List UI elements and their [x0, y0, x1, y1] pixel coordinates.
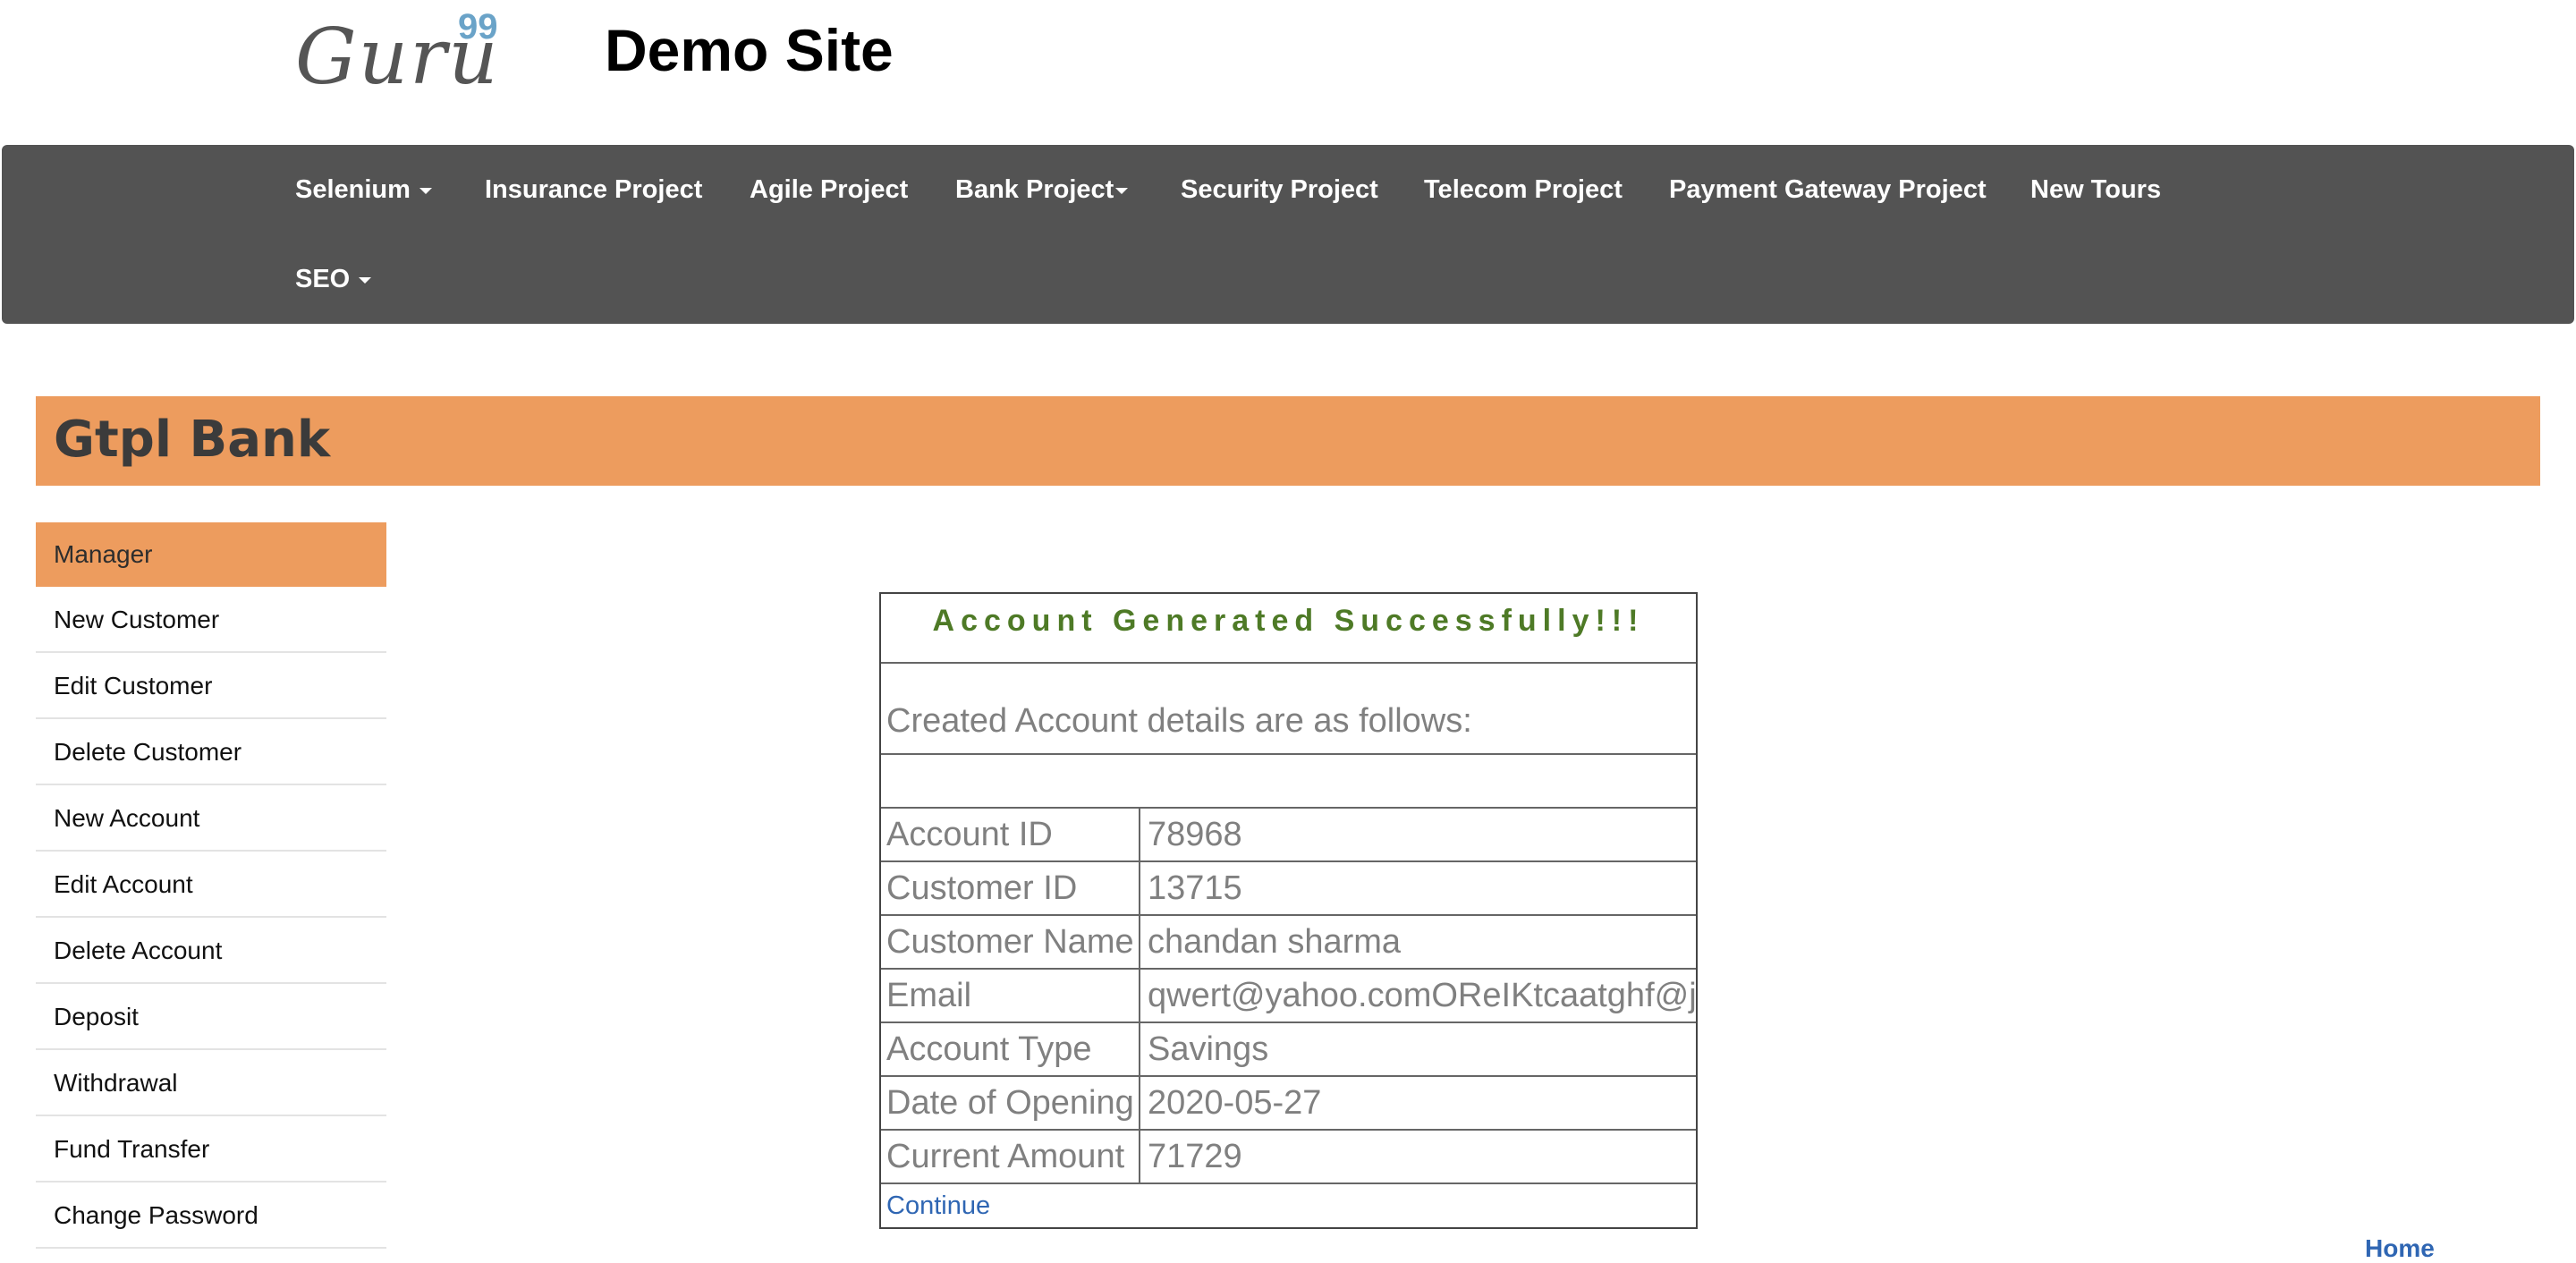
sidebar-item-withdrawal[interactable]: Withdrawal: [36, 1050, 386, 1116]
nav-item-label: Agile Project: [750, 175, 909, 204]
table-row: Date of Opening 2020-05-27: [881, 1077, 1696, 1131]
nav-item-label: New Tours: [2030, 175, 2162, 204]
sidebar-item-deposit[interactable]: Deposit: [36, 984, 386, 1050]
home-link[interactable]: Home: [2365, 1234, 2435, 1263]
site-header: Guru 99 Demo Site: [0, 0, 2576, 143]
caret-down-icon: [359, 276, 372, 284]
table-row: Account Type Savings: [881, 1023, 1696, 1077]
nav-item-label: Selenium: [295, 175, 411, 204]
table-row: Email qwert@yahoo.comOReIKtcaatghf@j: [881, 970, 1696, 1023]
main-navbar: Selenium Insurance Project Agile Project…: [2, 145, 2574, 324]
nav-item-bank-project[interactable]: Bank Project: [955, 175, 1129, 205]
bank-banner: Gtpl Bank: [36, 396, 2540, 486]
nav-item-selenium[interactable]: Selenium: [295, 175, 432, 205]
success-heading: Account Generated Successfully!!!: [881, 594, 1696, 664]
nav-item-label: SEO: [295, 265, 351, 293]
table-row: Customer Name chandan sharma: [881, 916, 1696, 970]
row-label: Account ID: [881, 809, 1140, 860]
nav-item-label: Insurance Project: [485, 175, 703, 204]
bank-title: Gtpl Bank: [54, 411, 331, 469]
site-title: Demo Site: [605, 17, 894, 83]
sidebar-item-delete-account[interactable]: Delete Account: [36, 918, 386, 984]
sidebar-item-manager[interactable]: Manager: [36, 522, 386, 587]
row-value: Savings: [1148, 1030, 1269, 1068]
caret-down-icon: [1115, 187, 1129, 194]
sidebar-item-new-account[interactable]: New Account: [36, 785, 386, 852]
table-row: Account ID 78968: [881, 809, 1696, 862]
nav-item-label: Bank Project: [955, 175, 1114, 204]
nav-item-payment-gateway-project[interactable]: Payment Gateway Project: [1669, 175, 1987, 205]
row-value: 13715: [1148, 869, 1242, 907]
sidebar-item-delete-customer[interactable]: Delete Customer: [36, 719, 386, 785]
nav-item-insurance-project[interactable]: Insurance Project: [485, 175, 702, 205]
table-row: Customer ID 13715: [881, 862, 1696, 916]
result-subheading: Created Account details are as follows:: [881, 664, 1696, 755]
blank-row: [881, 755, 1696, 809]
guru99-logo[interactable]: Guru 99: [295, 7, 510, 102]
row-label: Customer ID: [881, 862, 1140, 914]
sidebar-item-change-password[interactable]: Change Password: [36, 1182, 386, 1249]
nav-item-seo[interactable]: SEO: [295, 265, 372, 294]
row-label: Current Amount: [881, 1131, 1140, 1182]
caret-down-icon: [419, 187, 432, 194]
logo-superscript: 99: [458, 7, 498, 47]
nav-item-security-project[interactable]: Security Project: [1181, 175, 1378, 205]
row-value: 71729: [1148, 1138, 1242, 1175]
continue-link[interactable]: Continue: [881, 1184, 1696, 1227]
row-value: chandan sharma: [1148, 923, 1402, 961]
sidebar-item-new-customer[interactable]: New Customer: [36, 587, 386, 653]
nav-item-label: Security Project: [1181, 175, 1378, 204]
sidebar-item-edit-account[interactable]: Edit Account: [36, 852, 386, 918]
row-label: Date of Opening: [881, 1077, 1140, 1129]
row-value: 78968: [1148, 816, 1242, 853]
account-result-table: Account Generated Successfully!!! Create…: [879, 592, 1698, 1229]
table-row: Current Amount 71729: [881, 1131, 1696, 1184]
sidebar-item-fund-transfer[interactable]: Fund Transfer: [36, 1116, 386, 1182]
row-label: Account Type: [881, 1023, 1140, 1075]
row-label: Email: [881, 970, 1140, 1021]
nav-item-new-tours[interactable]: New Tours: [2030, 175, 2161, 205]
sidebar-item-edit-customer[interactable]: Edit Customer: [36, 653, 386, 719]
nav-item-label: Telecom Project: [1424, 175, 1623, 204]
manager-sidebar: Manager New Customer Edit Customer Delet…: [36, 522, 386, 1249]
row-value: qwert@yahoo.comOReIKtcaatghf@j: [1148, 977, 1696, 1014]
nav-item-agile-project[interactable]: Agile Project: [750, 175, 908, 205]
row-label: Customer Name: [881, 916, 1140, 968]
row-value: 2020-05-27: [1148, 1084, 1322, 1122]
nav-item-label: Payment Gateway Project: [1669, 175, 1987, 204]
nav-item-telecom-project[interactable]: Telecom Project: [1424, 175, 1623, 205]
